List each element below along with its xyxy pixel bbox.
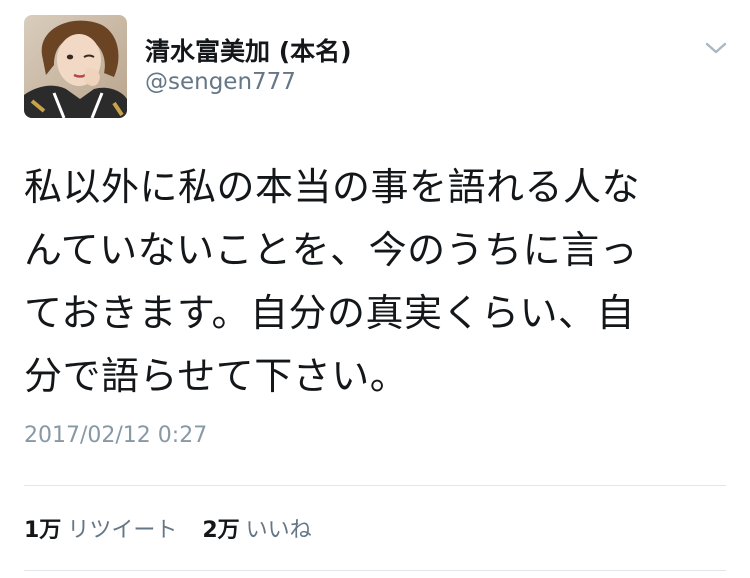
profile-photo [24,15,127,118]
tweet-text-line: 私以外に私の本当の事を語れる人な [24,165,641,209]
divider [24,570,726,571]
tweet-stats: 1万 リツイート 2万 いいね [24,512,312,544]
retweets-stat[interactable]: 1万 リツイート [24,512,177,544]
chevron-down-icon[interactable] [704,40,728,56]
avatar[interactable] [24,15,127,118]
tweet-text-line: 分で語らせて下さい。 [24,354,409,398]
likes-count: 2万 [202,518,240,543]
tweet-timestamp[interactable]: 2017/02/12 0:27 [24,423,207,448]
likes-stat[interactable]: 2万 いいね [202,512,311,544]
retweets-count: 1万 [24,518,62,543]
user-handle[interactable]: @sengen777 [145,69,296,95]
tweet-text-line: んていないことを、今のうちに言っ [24,228,639,272]
likes-label: いいね [245,518,312,543]
divider [24,485,726,486]
tweet-text: 私以外に私の本当の事を語れる人な んていないことを、今のうちに言っ ておきます。… [24,156,714,408]
tweet-detail: 清水富美加 (本名) @sengen777 私以外に私の本当の事を語れる人な ん… [0,0,750,578]
display-name[interactable]: 清水富美加 (本名) [145,32,352,68]
tweet-text-line: ておきます。自分の真実くらい、自 [24,291,636,335]
retweets-label: リツイート [67,518,178,543]
